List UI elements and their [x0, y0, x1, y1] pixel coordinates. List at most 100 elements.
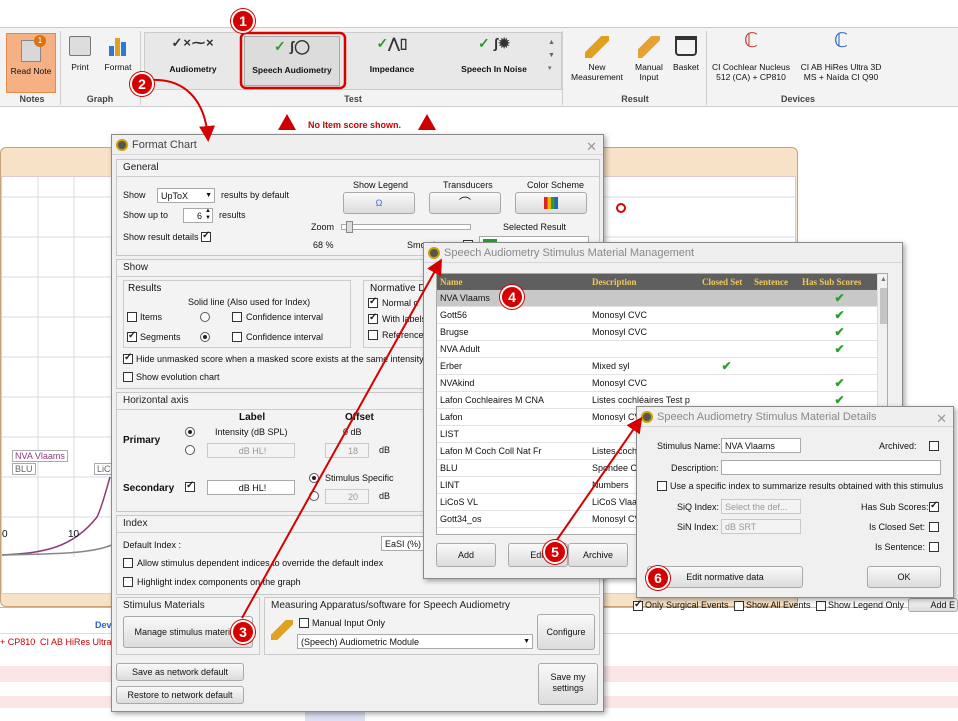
- add-button[interactable]: Add: [436, 543, 496, 567]
- manual-input-button[interactable]: Manual Input: [630, 36, 668, 82]
- secondary-offset-stepper[interactable]: 20: [325, 489, 369, 504]
- sub-scores-cell: ✔: [799, 341, 877, 358]
- manual-only-checkbox[interactable]: [299, 618, 309, 628]
- primary-label-input[interactable]: dB HL!: [207, 443, 295, 458]
- sin-index-select[interactable]: dB SRT: [721, 519, 801, 534]
- device-ab-button[interactable]: ℂ CI AB HiRes Ultra 3D MS + Naída CI Q90: [798, 31, 884, 82]
- allow-dependent-checkbox[interactable]: [123, 558, 133, 568]
- add-event-button[interactable]: Add E: [908, 598, 958, 612]
- primary-offset-stepper[interactable]: 18: [325, 443, 369, 458]
- description-cell: Monosyl CVC: [592, 327, 648, 337]
- transducers-button[interactable]: ⌒: [429, 192, 501, 214]
- configure-button[interactable]: Configure: [537, 614, 595, 650]
- measuring-section: Measuring Apparatus/software for Speech …: [264, 597, 600, 655]
- device-cochlear-button[interactable]: ℂ CI Cochlear Nucleus 512 (CA) + CP810: [710, 31, 792, 82]
- sub-scores-cell: ✔: [799, 324, 877, 341]
- normal-checkbox[interactable]: [368, 296, 378, 308]
- zoom-slider[interactable]: [341, 221, 471, 233]
- device-label: CI Cochlear Nucleus 512 (CA) + CP810: [712, 62, 790, 82]
- column-header[interactable]: Closed Set: [699, 274, 751, 290]
- show-mode-select[interactable]: UpToX ▼: [157, 188, 215, 203]
- segments-solid-radio[interactable]: [200, 332, 210, 342]
- show-up-to-stepper[interactable]: 6 ▲ ▼: [183, 208, 213, 223]
- notes-group-label: Notes: [19, 94, 45, 104]
- table-row[interactable]: Erber Mixed syl ✔: [437, 358, 877, 375]
- with-labels-checkbox[interactable]: [368, 312, 378, 324]
- table-row[interactable]: NVA Adult ✔: [437, 341, 877, 358]
- scroll-thumb[interactable]: [880, 288, 887, 324]
- show-legend-button[interactable]: Ω: [343, 192, 415, 214]
- show-all-checkbox[interactable]: [734, 601, 744, 611]
- callout-badge: 5: [543, 540, 567, 564]
- test-speech-in-noise-button[interactable]: ✓ ʃ✹ Speech In Noise: [446, 36, 542, 74]
- fixed-offset-radio[interactable]: [309, 491, 319, 501]
- has-sub-scores-checkbox[interactable]: [929, 500, 939, 512]
- stimulus-name-input[interactable]: NVA Vlaams: [721, 438, 801, 453]
- hide-unmasked-checkbox[interactable]: [123, 352, 133, 364]
- gallery-scroll-icon[interactable]: ▲ ▼ ▾: [548, 36, 555, 75]
- description-cell: [589, 290, 699, 307]
- test-audiometry-button[interactable]: ✓×⁓× Audiometry: [152, 36, 234, 74]
- items-confidence-checkbox[interactable]: [232, 312, 242, 322]
- show-evolution-checkbox[interactable]: [123, 372, 133, 382]
- test-speech-audiometry-button[interactable]: ✓ ʃ◯ Speech Audiometry: [244, 36, 340, 86]
- show-result-details-checkbox[interactable]: [201, 230, 211, 242]
- restore-network-default-button[interactable]: Restore to network default: [116, 686, 244, 704]
- is-sentence-checkbox[interactable]: [929, 542, 939, 552]
- segments-confidence-checkbox[interactable]: [232, 332, 242, 342]
- archive-button[interactable]: Archive: [568, 543, 628, 567]
- segments-checkbox[interactable]: [127, 330, 137, 342]
- scroll-up-icon[interactable]: ▲: [880, 276, 887, 283]
- close-icon[interactable]: ✕: [586, 137, 597, 157]
- format-button[interactable]: Format: [100, 36, 136, 72]
- items-solid-radio[interactable]: [200, 312, 210, 322]
- table-row[interactable]: NVAkind Monosyl CVC ✔: [437, 375, 877, 392]
- edit-normative-data-button[interactable]: Edit normative data: [647, 566, 803, 588]
- ok-button[interactable]: OK: [867, 566, 941, 588]
- closed-set-checkbox[interactable]: [929, 522, 939, 532]
- stimulus-specific-radio[interactable]: [309, 473, 319, 483]
- speech-icon: ✓ ʃ◯: [274, 38, 310, 54]
- read-note-button[interactable]: 1 Read Note: [6, 33, 56, 93]
- save-my-settings-button[interactable]: Save my settings: [538, 663, 598, 705]
- test-impedance-button[interactable]: ✓⋀▯ Impedance: [352, 36, 432, 74]
- show-legend-checkbox[interactable]: [816, 601, 826, 611]
- results-by-default-label: results by default: [221, 190, 290, 200]
- group-heading: Results: [128, 283, 162, 294]
- new-measurement-button[interactable]: New Measurement: [566, 36, 628, 82]
- column-header[interactable]: Description: [589, 274, 699, 290]
- select-value: UpToX: [161, 191, 189, 201]
- highlight-checkbox[interactable]: [123, 577, 133, 587]
- description-input[interactable]: [721, 460, 941, 475]
- print-button[interactable]: Print: [64, 36, 96, 72]
- section-heading: General: [123, 162, 159, 173]
- app-icon: [428, 247, 440, 259]
- only-surgical-checkbox[interactable]: [633, 599, 643, 611]
- default-index-select[interactable]: EaSI (%): [381, 536, 425, 551]
- basket-button[interactable]: Basket: [670, 36, 702, 72]
- table-row[interactable]: Gott56 Monosyl CVC ✔: [437, 307, 877, 324]
- name-cell: NVA Adult: [440, 344, 480, 354]
- column-header[interactable]: Sentence: [751, 274, 797, 290]
- printer-icon: [69, 36, 91, 56]
- items-checkbox[interactable]: [127, 312, 137, 322]
- allow-dependent-label: Allow stimulus dependent indices to over…: [137, 558, 384, 568]
- reference-checkbox[interactable]: [368, 330, 378, 340]
- close-icon[interactable]: ✕: [936, 409, 947, 429]
- archived-checkbox[interactable]: [929, 441, 939, 451]
- intensity-radio[interactable]: [185, 427, 195, 437]
- table-row[interactable]: Brugse Monosyl CVC ✔: [437, 324, 877, 341]
- ruler-icon: [585, 36, 609, 58]
- slider-thumb[interactable]: [346, 221, 353, 233]
- secondary-checkbox[interactable]: [185, 480, 195, 492]
- color-scheme-button[interactable]: [515, 192, 587, 214]
- custom-label-radio[interactable]: [185, 445, 195, 455]
- secondary-label-input[interactable]: dB HL!: [207, 480, 295, 495]
- save-network-default-button[interactable]: Save as network default: [116, 663, 244, 681]
- results-group: Results Solid line (Also used for Index)…: [123, 280, 351, 348]
- use-specific-index-checkbox[interactable]: [657, 481, 667, 491]
- siq-index-select[interactable]: Select the def...: [721, 499, 801, 514]
- column-header[interactable]: Has Sub Scores: [799, 274, 877, 290]
- legend-icon: Ω: [375, 198, 383, 208]
- module-select[interactable]: (Speech) Audiometric Module ▼: [297, 634, 533, 649]
